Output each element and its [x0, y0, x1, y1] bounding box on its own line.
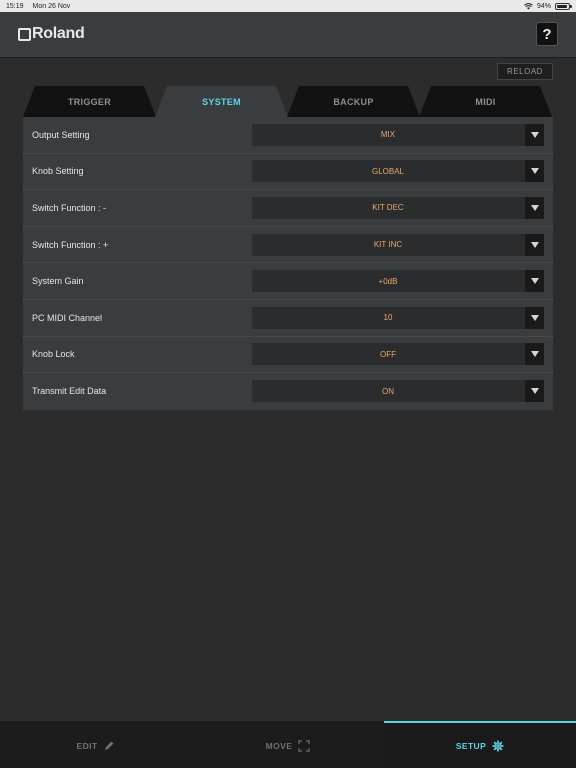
setting-label: PC MIDI Channel [32, 312, 103, 323]
tab-label: TRIGGER [67, 96, 112, 107]
expand-icon [298, 739, 310, 752]
setting-row-pc-midi-channel: PC MIDI Channel 10 [23, 300, 553, 337]
nav-label: MOVE [265, 740, 293, 751]
tab-system[interactable]: SYSTEM [155, 86, 288, 117]
select-value: KIT DEC [372, 203, 404, 213]
knob-lock-select[interactable]: OFF [252, 343, 544, 366]
select-value: +0dB [378, 276, 398, 286]
select-value: KIT INC [373, 240, 403, 250]
setting-row-switch-function-plus: Switch Function : + KIT INC [23, 227, 553, 264]
setting-label: Switch Function : - [32, 202, 107, 213]
dropdown-arrow-icon[interactable] [525, 123, 544, 146]
setting-row-knob-setting: Knob Setting GLOBAL [23, 154, 553, 191]
setting-label: Output Setting [32, 129, 90, 140]
dropdown-arrow-icon[interactable] [525, 306, 544, 329]
select-value: OFF [380, 349, 396, 359]
setting-row-knob-lock: Knob Lock OFF [23, 337, 553, 374]
setting-label: Knob Setting [32, 166, 84, 177]
switch-function-minus-select[interactable]: KIT DEC [252, 196, 544, 219]
settings-list: Output Setting MIX Knob Setting GLOBAL S… [23, 117, 553, 410]
output-setting-select[interactable]: MIX [252, 123, 544, 146]
status-time: 15:19 [6, 2, 24, 10]
select-value: ON [382, 386, 394, 396]
setting-label: System Gain [32, 276, 84, 287]
nav-setup[interactable]: SETUP [384, 721, 576, 768]
nav-label: EDIT [76, 740, 98, 751]
battery-icon [555, 2, 572, 10]
status-date: Mon 26 Nov [32, 2, 71, 10]
nav-edit[interactable]: EDIT [0, 721, 192, 768]
setting-row-output-setting: Output Setting MIX [23, 117, 553, 154]
pencil-icon [105, 741, 114, 750]
dropdown-arrow-icon[interactable] [525, 380, 544, 403]
app-header: Roland ? [0, 12, 576, 58]
tab-trigger[interactable]: TRIGGER [23, 86, 156, 117]
setting-label: Switch Function : + [32, 239, 109, 250]
wifi-icon [524, 2, 533, 9]
logo-text: Roland [32, 25, 85, 42]
transmit-edit-data-select[interactable]: ON [252, 380, 544, 403]
knob-setting-select[interactable]: GLOBAL [252, 160, 544, 183]
roland-logo-mark [18, 27, 31, 41]
dropdown-arrow-icon[interactable] [525, 233, 544, 256]
dropdown-arrow-icon[interactable] [525, 343, 544, 366]
status-bar: 15:19 Mon 26 Nov 94% [0, 0, 576, 12]
nav-move[interactable]: MOVE [192, 721, 384, 768]
pc-midi-channel-select[interactable]: 10 [252, 306, 544, 329]
gear-icon [492, 740, 504, 751]
setting-row-switch-function-minus: Switch Function : - KIT DEC [23, 190, 553, 227]
tab-label: MIDI [475, 96, 496, 107]
dropdown-arrow-icon[interactable] [525, 160, 544, 183]
setting-label: Knob Lock [32, 349, 75, 360]
setting-label: Transmit Edit Data [32, 386, 107, 397]
bottom-nav: EDIT MOVE SETUP [0, 721, 576, 768]
roland-logo: Roland [18, 25, 85, 42]
setting-row-transmit-edit-data: Transmit Edit Data ON [23, 373, 553, 410]
tab-label: BACKUP [333, 96, 374, 107]
reload-button[interactable]: RELOAD [497, 63, 553, 80]
battery-percent: 94% [536, 2, 551, 10]
nav-label: SETUP [455, 740, 487, 751]
dropdown-arrow-icon[interactable] [525, 270, 544, 293]
select-value: GLOBAL [371, 166, 404, 176]
dropdown-arrow-icon[interactable] [525, 196, 544, 219]
help-button[interactable]: ? [536, 22, 558, 46]
system-gain-select[interactable]: +0dB [252, 270, 544, 293]
tab-midi[interactable]: MIDI [419, 86, 552, 117]
select-value: 10 [383, 313, 393, 323]
setting-row-system-gain: System Gain +0dB [23, 263, 553, 300]
tab-backup[interactable]: BACKUP [287, 86, 420, 117]
switch-function-plus-select[interactable]: KIT INC [252, 233, 544, 256]
select-value: MIX [380, 130, 396, 140]
tab-label: SYSTEM [202, 96, 241, 107]
setup-tabs: TRIGGER SYSTEM BACKUP MIDI [23, 86, 552, 117]
